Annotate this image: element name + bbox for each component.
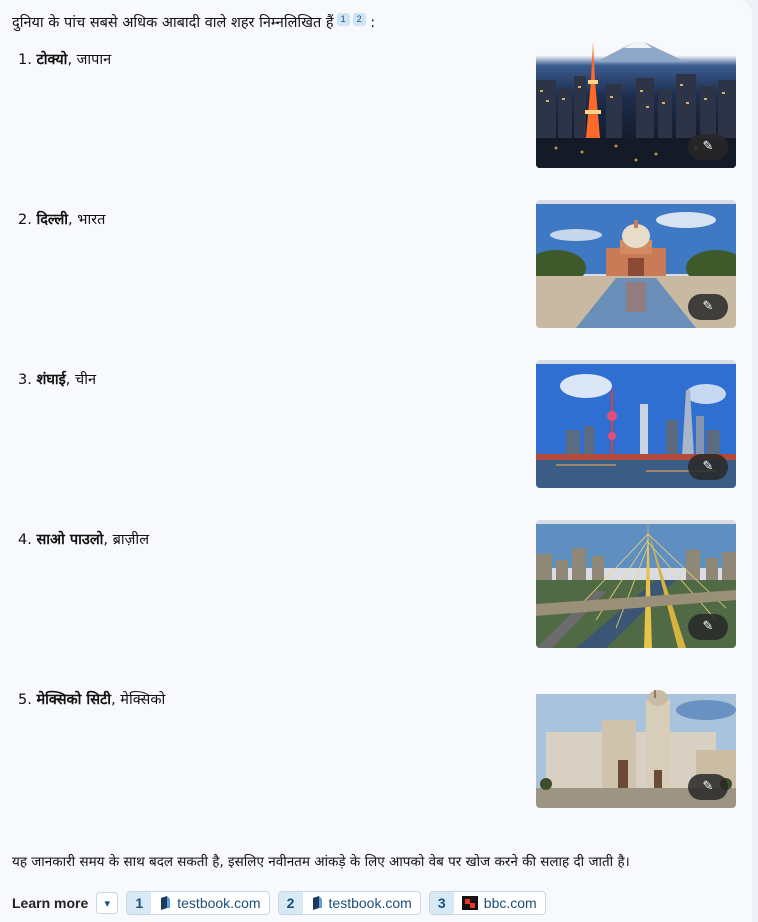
mexico-city-image[interactable]: ✎ [536,680,736,808]
magic-wand-icon[interactable]: ✎ [688,294,728,320]
sao-paulo-image[interactable]: ✎ [536,520,736,648]
city-number: 3. [18,372,32,388]
source-domain: testbook.com [328,895,412,911]
source-link-1[interactable]: 1 testbook.com [126,891,270,915]
city-name: साओ पाउलो [36,532,104,548]
source-number: 1 [127,892,152,914]
city-country: , भारत [68,212,106,228]
city-name: टोक्यो [36,52,68,68]
intro-suffix: : [365,15,376,31]
learn-more-label: Learn more [12,895,89,911]
footer-disclaimer: यह जानकारी समय के साथ बदल सकती है, इसलिए… [12,854,630,870]
city-country: , मेक्सिको [111,692,166,708]
magic-wand-icon[interactable]: ✎ [688,614,728,640]
source-domain: bbc.com [483,895,537,911]
source-number: 3 [429,892,454,914]
city-country: , ब्राज़ील [103,532,150,548]
city-item-5: 5. मेक्सिको सिटी, मेक्सिको [18,690,165,710]
source-link-2[interactable]: 2 testbook.com [277,891,421,915]
city-item-1: 1. टोक्यो, जापान [18,50,111,70]
city-number: 1. [18,52,32,68]
chevron-down-icon[interactable]: ▾ [96,892,119,914]
city-country: , जापान [67,52,112,68]
source-link-3[interactable]: 3 bbc.com [428,891,546,915]
city-item-3: 3. शंघाई, चीन [18,370,96,390]
city-name: शंघाई [36,372,66,388]
city-country: , चीन [65,372,96,388]
city-number: 2. [18,212,32,228]
citation-2[interactable]: 2 [352,13,366,26]
tokyo-image[interactable]: ✎ [536,40,736,168]
magic-wand-icon[interactable]: ✎ [688,774,728,800]
intro-text: दुनिया के पांच सबसे अधिक आबादी वाले शहर … [12,15,334,31]
citation-1[interactable]: 1 [336,13,350,26]
city-item-2: 2. दिल्ली, भारत [18,210,105,230]
city-name: दिल्ली [36,212,69,228]
testbook-icon [161,896,171,910]
source-domain: testbook.com [177,895,261,911]
learn-more-bar: Learn more ▾ 1 testbook.com 2 testbook.c… [12,891,546,915]
magic-wand-icon[interactable]: ✎ [688,134,728,160]
delhi-image[interactable]: ✎ [536,200,736,328]
shanghai-image[interactable]: ✎ [536,360,736,488]
source-number: 2 [278,892,303,914]
bbc-icon [461,896,478,910]
magic-wand-icon[interactable]: ✎ [688,454,728,480]
city-name: मेक्सिको सिटी [36,692,112,708]
answer-card: दुनिया के पांच सबसे अधिक आबादी वाले शहर … [0,0,752,922]
city-number: 5. [18,692,32,708]
intro-line: दुनिया के पांच सबसे अधिक आबादी वाले शहर … [12,12,375,32]
city-number: 4. [18,532,32,548]
testbook-icon [312,896,322,910]
city-item-4: 4. साओ पाउलो, ब्राज़ील [18,530,149,550]
